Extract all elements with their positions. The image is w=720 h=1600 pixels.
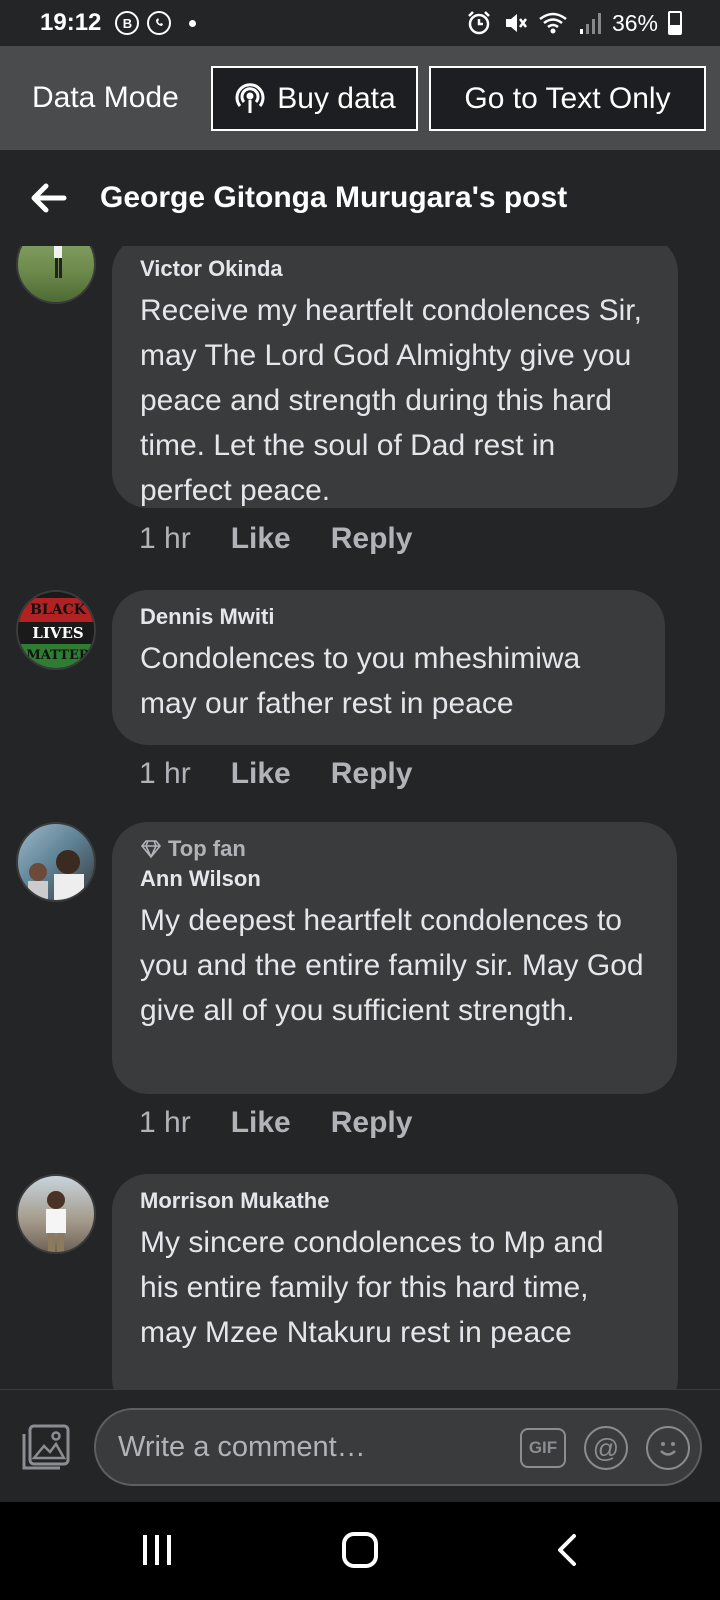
system-nav-bar	[0, 1502, 720, 1600]
comment-bubble: Victor Okinda Receive my heartfelt condo…	[112, 246, 678, 508]
buy-data-label: Buy data	[277, 81, 396, 115]
comment-composer: Write a comment… GIF @	[0, 1389, 720, 1502]
status-bar: 19:12 B 36%	[0, 0, 720, 46]
comment-text: My deepest heartfelt condolences to you …	[140, 904, 644, 1027]
avatar[interactable]	[16, 822, 96, 902]
comment-actions: 1 hr Like Reply	[139, 757, 412, 791]
comment-text: Condolences to you mheshimiwa may our fa…	[140, 642, 581, 720]
back-arrow-icon[interactable]	[28, 178, 68, 218]
mention-icon[interactable]: @	[584, 1426, 628, 1470]
recent-apps-icon[interactable]	[143, 1535, 171, 1565]
comment-time: 1 hr	[139, 1106, 191, 1139]
text-only-button[interactable]: Go to Text Only	[429, 66, 706, 131]
buy-data-button[interactable]: Buy data	[211, 66, 418, 131]
comment-text: My sincere condolences to Mp and his ent…	[140, 1226, 604, 1349]
emoji-icon[interactable]	[646, 1426, 690, 1470]
status-right-icons: 36%	[466, 10, 682, 37]
comment-author[interactable]: Morrison Mukathe	[140, 1188, 650, 1214]
wifi-icon	[539, 12, 567, 34]
comment-bubble: Dennis Mwiti Condolences to you mheshimi…	[112, 590, 665, 745]
post-header: George Gitonga Murugara's post	[0, 150, 720, 246]
comment-author[interactable]: Ann Wilson	[140, 866, 649, 892]
avatar[interactable]	[16, 246, 96, 304]
notification-dot	[189, 19, 197, 27]
status-left-icons: B	[115, 11, 197, 35]
nav-back-icon[interactable]	[550, 1532, 586, 1568]
comment-time: 1 hr	[139, 522, 191, 555]
whatsapp-icon	[147, 11, 172, 35]
like-button[interactable]: Like	[231, 522, 291, 556]
avatar-text: MATTER	[18, 644, 94, 668]
battery-icon	[668, 11, 682, 35]
comment-bubble: Top fan Ann Wilson My deepest heartfelt …	[112, 822, 677, 1094]
avatar[interactable]	[16, 1174, 96, 1254]
reply-button[interactable]: Reply	[331, 757, 413, 791]
data-mode-label: Data Mode	[32, 81, 179, 114]
battery-percent: 36%	[611, 9, 658, 36]
reply-button[interactable]: Reply	[331, 1106, 413, 1140]
comment-author[interactable]: Dennis Mwiti	[140, 604, 637, 630]
broadcast-icon	[235, 82, 265, 113]
text-only-label: Go to Text Only	[464, 81, 671, 115]
diamond-icon	[140, 840, 162, 858]
gif-icon[interactable]: GIF	[520, 1428, 566, 1468]
avatar-text: BLACK	[18, 598, 94, 622]
page-title: George Gitonga Murugara's post	[100, 181, 568, 214]
composer-icons: GIF @	[520, 1426, 690, 1470]
mute-icon	[505, 14, 527, 32]
data-mode-bar: Data Mode Buy data Go to Text Only	[0, 46, 720, 150]
top-fan-label: Top fan	[168, 836, 246, 861]
comment-placeholder: Write a comment…	[118, 1430, 366, 1463]
signal-icon	[579, 13, 601, 34]
b-icon: B	[115, 11, 140, 35]
like-button[interactable]: Like	[231, 757, 291, 791]
comment-actions: 1 hr Like Reply	[139, 522, 412, 556]
like-button[interactable]: Like	[231, 1106, 291, 1140]
comment-text: Receive my heartfelt condolences Sir, ma…	[140, 294, 642, 507]
comment-actions: 1 hr Like Reply	[139, 1106, 412, 1140]
comment-time: 1 hr	[139, 757, 191, 790]
comment-list[interactable]: Victor Okinda Receive my heartfelt condo…	[0, 246, 720, 1389]
home-icon[interactable]	[342, 1532, 378, 1568]
status-time: 19:12	[40, 9, 102, 36]
avatar-text: LIVES	[32, 624, 84, 642]
alarm-icon	[468, 11, 490, 35]
reply-button[interactable]: Reply	[331, 522, 413, 556]
avatar[interactable]: BLACK LIVES MATTER	[16, 590, 96, 670]
top-fan-badge: Top fan	[140, 836, 649, 862]
comment-bubble: Morrison Mukathe My sincere condolences …	[112, 1174, 678, 1389]
comment-author[interactable]: Victor Okinda	[140, 256, 650, 282]
photo-icon[interactable]	[20, 1422, 72, 1474]
